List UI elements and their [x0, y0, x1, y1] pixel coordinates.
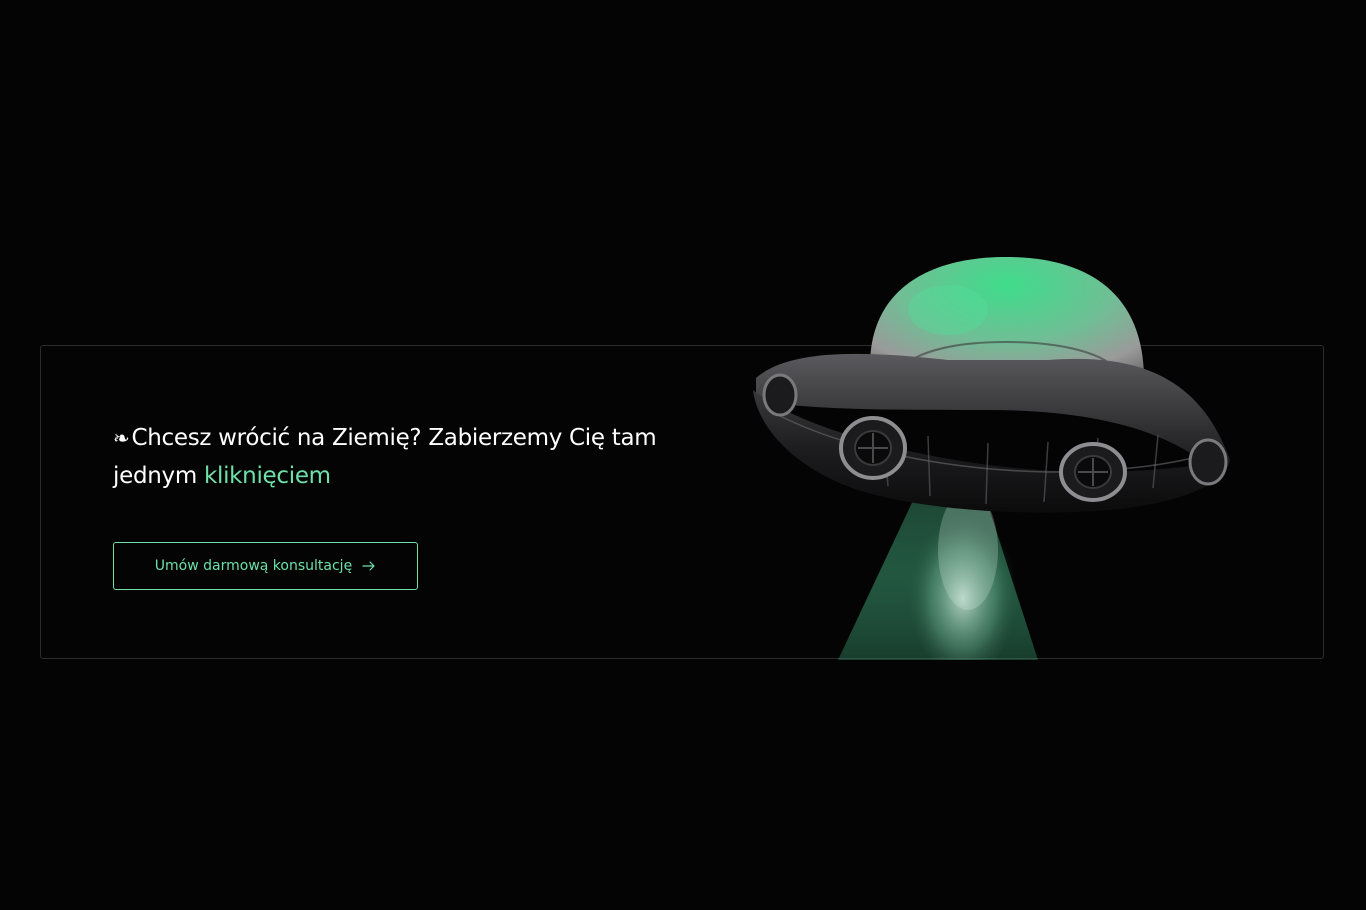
ufo-illustration	[748, 250, 1238, 660]
cta-headline-accent: kliknięciem	[203, 463, 331, 489]
cta-headline-text: Chcesz wrócić na Ziemię? Zabierzemy Cię …	[113, 425, 657, 489]
page: ❧Chcesz wrócić na Ziemię? Zabierzemy Cię…	[0, 0, 1366, 910]
leaf-icon: ❧	[113, 426, 130, 450]
arrow-right-icon	[362, 561, 376, 571]
cta-headline: ❧Chcesz wrócić na Ziemię? Zabierzemy Cię…	[113, 419, 693, 495]
consultation-button-label: Umów darmową konsultację	[154, 558, 353, 574]
consultation-button[interactable]: Umów darmową konsultację	[113, 542, 418, 590]
